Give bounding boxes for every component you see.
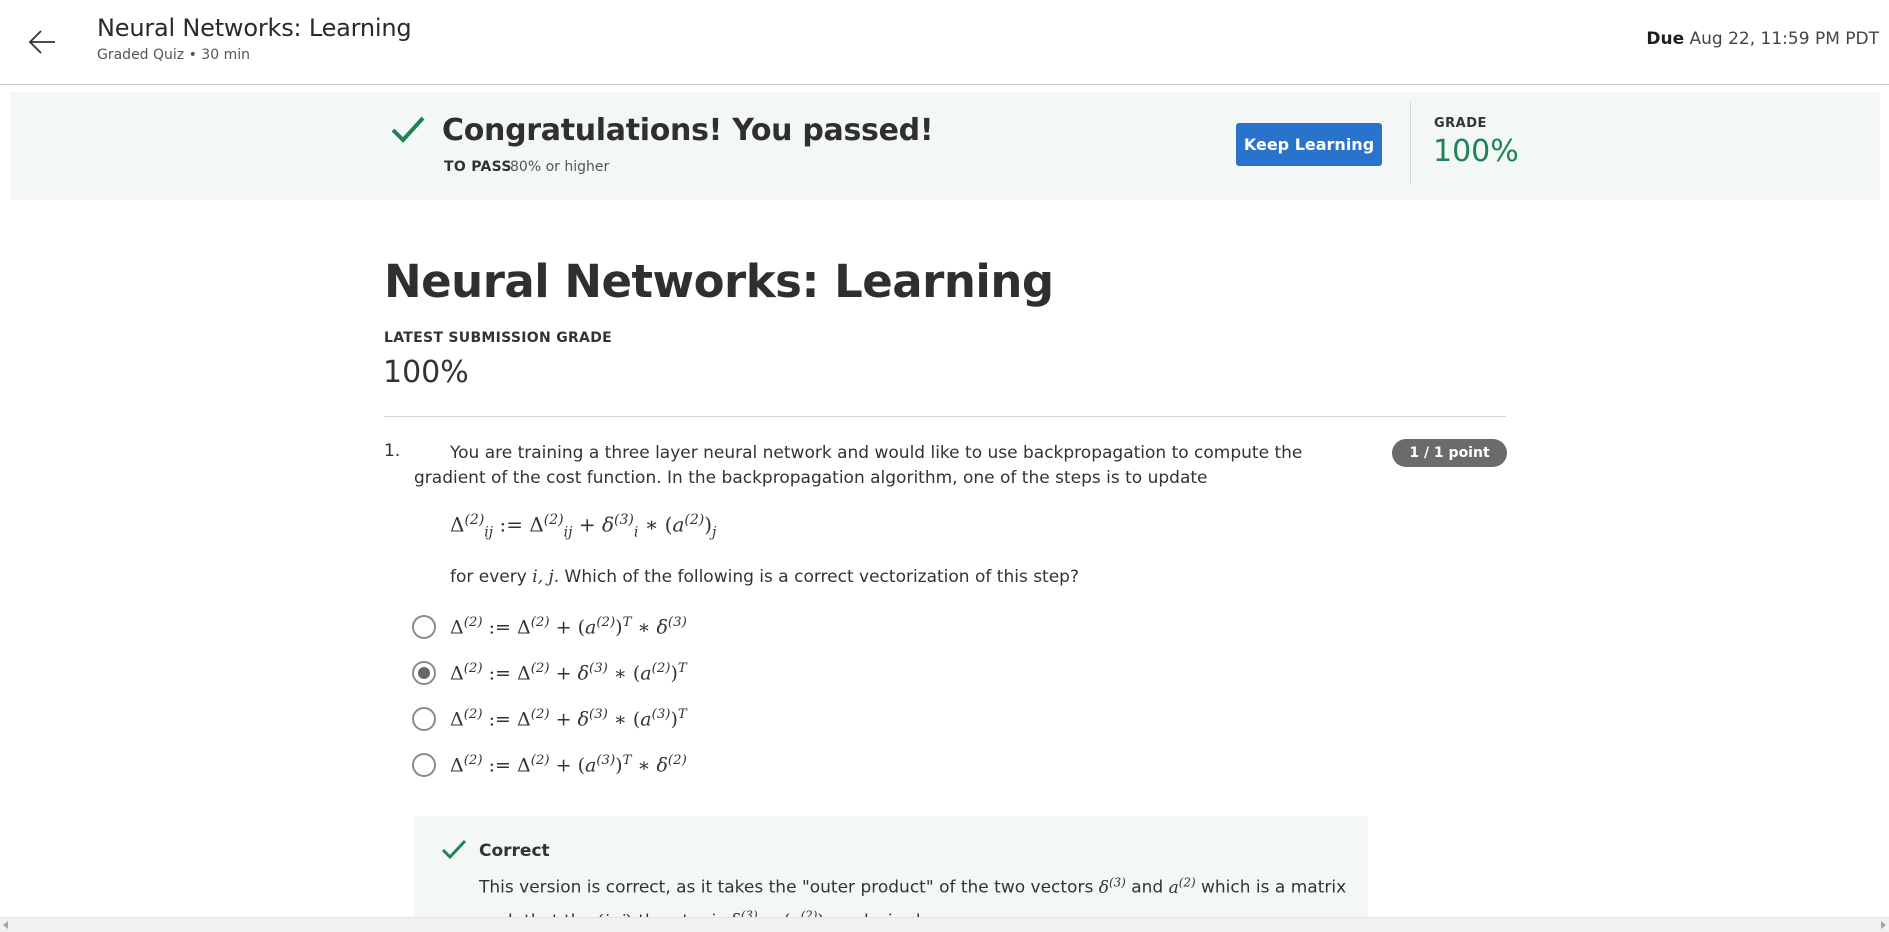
keep-learning-button[interactable]: Keep Learning <box>1236 123 1382 166</box>
feedback-box: Correct This version is correct, as it t… <box>414 816 1368 932</box>
points-badge: 1 / 1 point <box>1392 439 1507 467</box>
answer-option-4[interactable]: Δ(2) := Δ(2) + (a(3))T ∗ δ(2) <box>412 750 687 780</box>
radio-button[interactable] <box>412 753 436 777</box>
arrow-left-icon <box>28 30 55 54</box>
feedback-text-part: This version is correct, as it takes the… <box>479 877 1094 898</box>
radio-button-selected[interactable] <box>412 661 436 685</box>
answer-option-2[interactable]: Δ(2) := Δ(2) + δ(3) ∗ (a(2))T <box>412 658 687 688</box>
to-pass-label: TO PASS <box>444 159 512 175</box>
latest-grade-label: LATEST SUBMISSION GRADE <box>384 330 612 346</box>
page-title: Neural Networks: Learning <box>384 255 1054 308</box>
to-pass-value: 80% or higher <box>510 159 610 175</box>
horizontal-scrollbar[interactable] <box>0 917 1889 932</box>
prompt-prefix: for every <box>450 567 527 587</box>
feedback-text-part: and <box>1131 877 1164 898</box>
option-formula: Δ(2) := Δ(2) + δ(3) ∗ (a(2))T <box>450 661 687 685</box>
feedback-math: a(2) <box>1168 875 1196 898</box>
course-title: Neural Networks: Learning <box>97 14 412 42</box>
passed-banner: Congratulations! You passed! TO PASS 80%… <box>10 92 1880 200</box>
grade-label: GRADE <box>1434 116 1487 131</box>
due-label: Due <box>1646 29 1685 49</box>
question-prompt: for every i, j. Which of the following i… <box>450 567 1079 587</box>
feedback-title: Correct <box>479 841 550 861</box>
feedback-math: δ(3) <box>1098 875 1126 898</box>
divider <box>384 416 1506 417</box>
question-number: 1. <box>384 441 401 461</box>
radio-button[interactable] <box>412 615 436 639</box>
question-text: You are training a three layer neural ne… <box>414 443 1303 488</box>
scroll-left-icon[interactable] <box>3 921 8 929</box>
banner-title: Congratulations! You passed! <box>442 113 934 148</box>
option-formula: Δ(2) := Δ(2) + (a(3))T ∗ δ(2) <box>450 753 687 777</box>
due-date: Due Aug 22, 11:59 PM PDT <box>1646 29 1879 49</box>
scroll-right-icon[interactable] <box>1881 921 1886 929</box>
answer-option-1[interactable]: Δ(2) := Δ(2) + (a(2))T ∗ δ(3) <box>412 612 687 642</box>
prompt-suffix: Which of the following is a correct vect… <box>564 567 1079 587</box>
radio-button[interactable] <box>412 707 436 731</box>
latest-grade-value: 100% <box>383 355 469 390</box>
check-icon <box>441 839 467 860</box>
top-header: Neural Networks: Learning Graded Quiz • … <box>0 0 1889 85</box>
due-value: Aug 22, 11:59 PM PDT <box>1689 29 1879 49</box>
update-formula: Δ(2)ij := Δ(2)ij + δ(3)i ∗ (a(2))j <box>450 512 717 541</box>
quiz-subtitle: Graded Quiz • 30 min <box>97 47 250 63</box>
divider <box>1410 102 1411 184</box>
option-formula: Δ(2) := Δ(2) + (a(2))T ∗ δ(3) <box>450 615 687 639</box>
answer-option-3[interactable]: Δ(2) := Δ(2) + δ(3) ∗ (a(3))T <box>412 704 687 734</box>
grade-value: 100% <box>1433 134 1519 169</box>
option-formula: Δ(2) := Δ(2) + δ(3) ∗ (a(3))T <box>450 707 687 731</box>
check-icon <box>391 116 425 143</box>
back-button[interactable] <box>22 22 62 62</box>
prompt-vars: i, j. <box>532 567 560 587</box>
